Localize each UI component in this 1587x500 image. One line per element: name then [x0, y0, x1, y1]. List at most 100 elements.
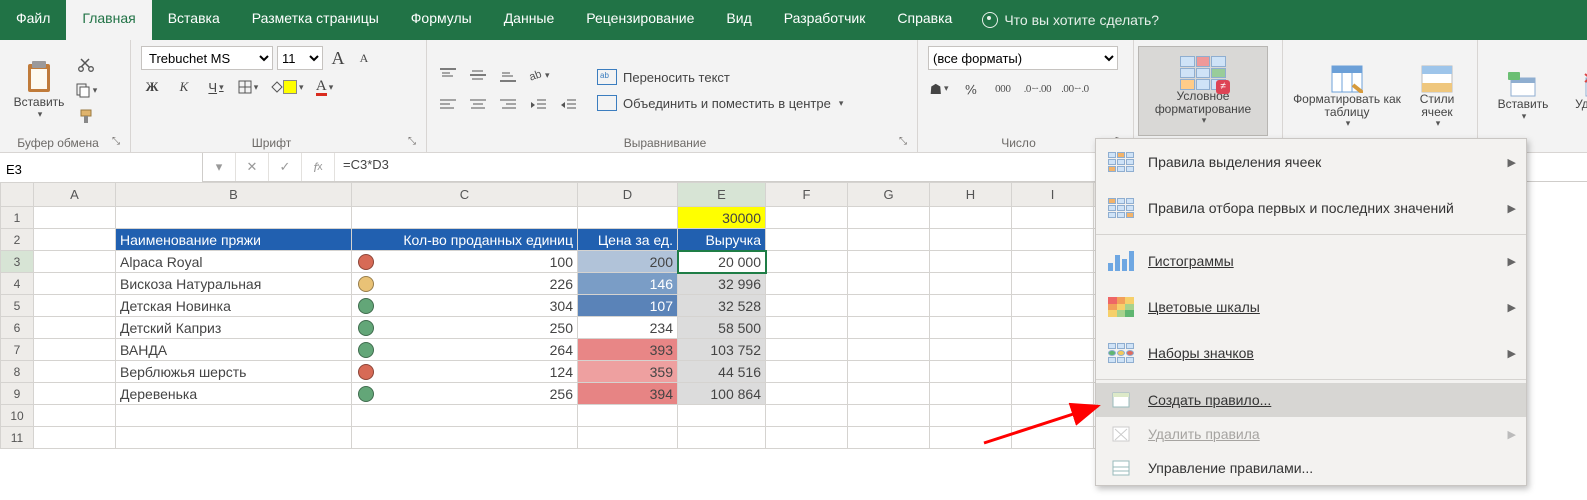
percent-button[interactable]: % — [960, 78, 982, 100]
cell[interactable] — [1012, 405, 1094, 427]
cell-price[interactable]: 234 — [578, 317, 678, 339]
cell[interactable] — [34, 273, 116, 295]
cell[interactable] — [1012, 427, 1094, 449]
cell-price[interactable]: 394 — [578, 383, 678, 405]
cell-qty[interactable]: 256 — [352, 383, 578, 405]
cell-name[interactable]: ВАНДА — [116, 339, 352, 361]
cell[interactable] — [34, 427, 116, 449]
cell[interactable] — [766, 361, 848, 383]
cell[interactable] — [766, 229, 848, 251]
cell[interactable] — [34, 339, 116, 361]
row-header-2[interactable]: 2 — [1, 229, 34, 251]
cell-styles-button[interactable]: Стили ячеек▾ — [1407, 58, 1467, 136]
cell[interactable] — [34, 317, 116, 339]
cell[interactable] — [116, 405, 352, 427]
row-header-6[interactable]: 6 — [1, 317, 34, 339]
cell[interactable] — [848, 295, 930, 317]
cut-button[interactable] — [74, 53, 98, 75]
row-header-1[interactable]: 1 — [1, 207, 34, 229]
cell[interactable] — [34, 405, 116, 427]
cell[interactable] — [34, 295, 116, 317]
italic-button[interactable]: К — [173, 76, 195, 98]
cell-price[interactable]: 146 — [578, 273, 678, 295]
cell[interactable] — [678, 405, 766, 427]
paste-button[interactable]: Вставить▾ — [10, 51, 68, 129]
menu-top-bottom-rules[interactable]: Правила отбора первых и последних значен… — [1096, 185, 1526, 231]
cell[interactable] — [1012, 361, 1094, 383]
cell[interactable] — [766, 207, 848, 229]
cell[interactable] — [34, 383, 116, 405]
menu-new-rule[interactable]: Создать правило... — [1096, 383, 1526, 417]
cell[interactable] — [34, 361, 116, 383]
cell-revenue[interactable]: 20 000 — [678, 251, 766, 273]
cell-revenue[interactable]: 100 864 — [678, 383, 766, 405]
cell-price[interactable]: 107 — [578, 295, 678, 317]
decrease-decimal-button[interactable]: .00→.0 — [1061, 78, 1088, 100]
align-left-button[interactable] — [437, 94, 459, 116]
cell-qty[interactable]: 250 — [352, 317, 578, 339]
cell-name[interactable]: Деревенька — [116, 383, 352, 405]
col-header-G[interactable]: G — [848, 183, 930, 207]
cell[interactable] — [1012, 339, 1094, 361]
cell[interactable] — [848, 427, 930, 449]
menu-color-scales[interactable]: Цветовые шкалы▶ — [1096, 284, 1526, 330]
decrease-font-button[interactable]: A — [353, 47, 375, 69]
cell[interactable] — [766, 339, 848, 361]
cell[interactable] — [1012, 273, 1094, 295]
increase-indent-button[interactable] — [557, 94, 579, 116]
cell[interactable] — [930, 251, 1012, 273]
font-name-select[interactable]: Trebuchet MS — [141, 46, 273, 70]
cell[interactable] — [930, 273, 1012, 295]
decrease-indent-button[interactable] — [527, 94, 549, 116]
row-header-7[interactable]: 7 — [1, 339, 34, 361]
cell-revenue[interactable]: 32 996 — [678, 273, 766, 295]
cell[interactable] — [34, 207, 116, 229]
tab-вставка[interactable]: Вставка — [152, 0, 236, 40]
cell[interactable] — [116, 207, 352, 229]
cell[interactable] — [34, 251, 116, 273]
cell[interactable] — [930, 295, 1012, 317]
accounting-format-button[interactable]: ☗▾ — [928, 78, 950, 100]
fx-button[interactable]: fx — [302, 153, 335, 181]
col-header-B[interactable]: B — [116, 183, 352, 207]
delete-cells-button[interactable]: Удалить▾ — [1564, 58, 1587, 136]
cell-revenue[interactable]: 32 528 — [678, 295, 766, 317]
tab-разработчик[interactable]: Разработчик — [768, 0, 882, 40]
cell[interactable] — [930, 317, 1012, 339]
cell-qty[interactable]: 304 — [352, 295, 578, 317]
tab-разметка страницы[interactable]: Разметка страницы — [236, 0, 395, 40]
tab-файл[interactable]: Файл — [0, 0, 66, 40]
tab-главная[interactable]: Главная — [66, 0, 151, 40]
borders-button[interactable]: ▾ — [237, 76, 259, 98]
col-header-D[interactable]: D — [578, 183, 678, 207]
row-header-4[interactable]: 4 — [1, 273, 34, 295]
cell[interactable] — [848, 251, 930, 273]
cell[interactable] — [848, 317, 930, 339]
cell[interactable] — [766, 317, 848, 339]
number-format-select[interactable]: (все форматы) — [928, 46, 1118, 70]
cell[interactable] — [930, 427, 1012, 449]
font-color-button[interactable]: А▾ — [314, 76, 336, 98]
cell[interactable] — [848, 405, 930, 427]
tell-me[interactable]: Что вы хотите сделать? — [968, 0, 1173, 40]
comma-button[interactable]: 000 — [992, 78, 1014, 100]
align-top-button[interactable] — [437, 64, 459, 86]
cell[interactable] — [766, 273, 848, 295]
enter-formula-button[interactable]: ✓ — [269, 153, 302, 181]
cell-name[interactable]: Детская Новинка — [116, 295, 352, 317]
cell[interactable] — [930, 229, 1012, 251]
tab-вид[interactable]: Вид — [710, 0, 767, 40]
cell[interactable] — [1012, 383, 1094, 405]
table-header[interactable]: Кол-во проданных единиц — [352, 229, 578, 251]
merge-center-button[interactable]: Объединить и поместить в центре▾ — [597, 95, 843, 111]
cell[interactable] — [352, 427, 578, 449]
cell[interactable] — [848, 339, 930, 361]
cell-price[interactable]: 393 — [578, 339, 678, 361]
bold-button[interactable]: Ж — [141, 76, 163, 98]
cell[interactable] — [930, 405, 1012, 427]
cell[interactable] — [352, 405, 578, 427]
cell-name[interactable]: Вискоза Натуральная — [116, 273, 352, 295]
col-header-C[interactable]: C — [352, 183, 578, 207]
cell[interactable] — [34, 229, 116, 251]
cell[interactable] — [352, 207, 578, 229]
